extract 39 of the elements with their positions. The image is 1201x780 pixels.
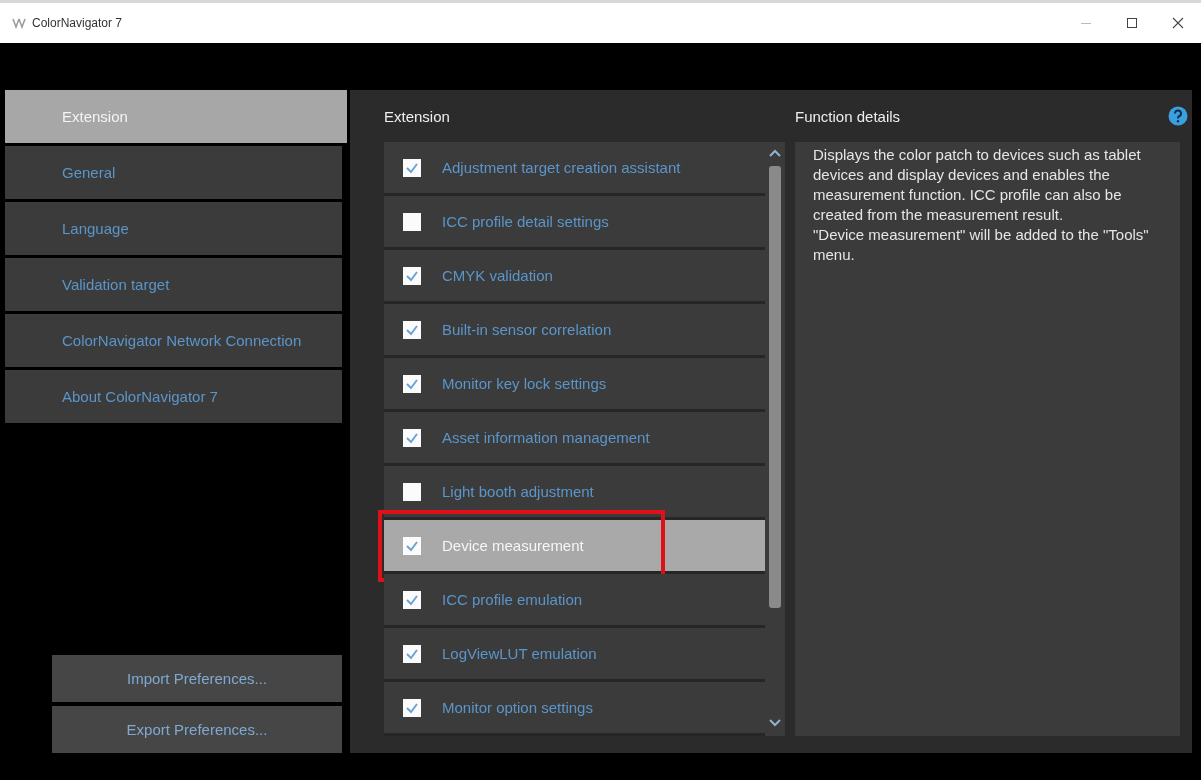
section-heading: Extension — [384, 106, 451, 127]
checkbox[interactable] — [402, 535, 422, 556]
checkbox[interactable] — [402, 265, 422, 286]
sidebar-item[interactable]: Extension — [5, 90, 347, 143]
sidebar-item[interactable]: Validation target — [5, 258, 342, 311]
maximize-button[interactable] — [1126, 17, 1138, 29]
window-title: ColorNavigator 7 — [32, 16, 124, 30]
sidebar-item[interactable]: About ColorNavigator 7 — [5, 370, 342, 423]
checkbox-row[interactable]: Monitor key lock settings — [384, 358, 765, 412]
description-text: "Device measurement" will be added to the "Tools" menu. — [813, 225, 1150, 265]
checkbox[interactable] — [402, 427, 422, 448]
checkbox-row[interactable]: Adjustment target creation assistant — [384, 142, 765, 196]
preferences-button[interactable]: Import Preferences... — [52, 655, 342, 702]
checkbox-row[interactable]: Device measurement — [384, 520, 765, 574]
checkbox[interactable] — [402, 211, 422, 232]
preferences-button[interactable]: Export Preferences... — [52, 706, 342, 753]
sidebar-item[interactable]: General — [5, 146, 342, 199]
description-text: Displays the color patch to devices such as tablet devices and display devices and enables the measurement function. ICC profile can also be created from the measurement result. — [813, 145, 1142, 225]
checkbox-row[interactable]: ICC profile detail settings — [384, 196, 765, 250]
checkbox-row[interactable]: Asset information management — [384, 412, 765, 466]
sidebar-item[interactable]: ColorNavigator Network Connection — [5, 314, 342, 367]
checkbox-row[interactable]: Built-in sensor correlation — [384, 304, 765, 358]
checkbox-row[interactable]: LogViewLUT emulation — [384, 628, 765, 682]
checkbox[interactable] — [402, 481, 422, 502]
app-icon — [12, 17, 26, 29]
checkbox[interactable] — [402, 697, 422, 718]
help-icon[interactable] — [1168, 106, 1188, 126]
sidebar-item[interactable]: Language — [5, 202, 342, 255]
close-button[interactable] — [1172, 17, 1184, 29]
checkbox-row[interactable]: ICC profile emulation — [384, 574, 765, 628]
checkbox[interactable] — [402, 373, 422, 394]
checkbox-row[interactable]: CMYK validation — [384, 250, 765, 304]
checkbox-row[interactable]: Monitor option settings — [384, 682, 765, 736]
section-heading: Function details — [795, 107, 901, 125]
checkbox-row[interactable]: Light booth adjustment — [384, 466, 765, 520]
checkbox[interactable] — [402, 319, 422, 340]
checkbox[interactable] — [402, 157, 422, 178]
checkbox[interactable] — [402, 643, 422, 664]
checkbox[interactable] — [402, 589, 422, 610]
